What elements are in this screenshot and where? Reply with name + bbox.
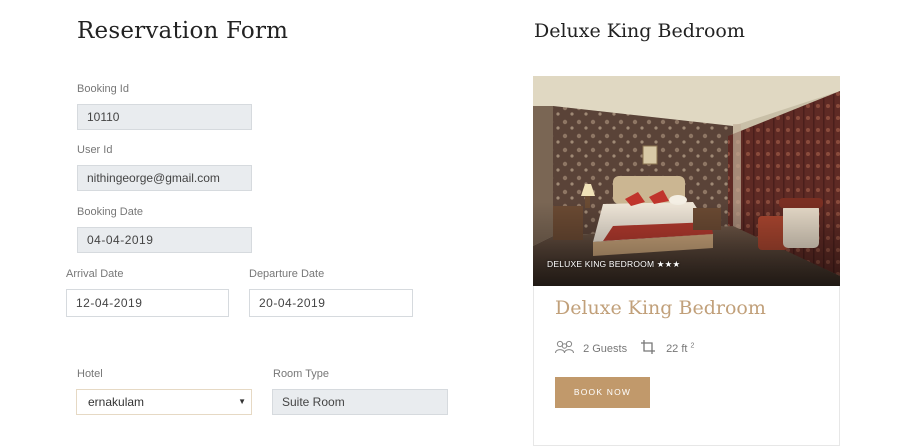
page-title: Reservation Form [77, 18, 289, 44]
photo-caption: DELUXE KING BEDROOM ★★★ [547, 259, 681, 269]
departure-date-input[interactable]: 20-04-2019 [249, 289, 413, 317]
hotel-select-value: ernakulam [88, 395, 145, 409]
room-heading: Deluxe King Bedroom [534, 20, 745, 42]
room-size-unit: 2 [690, 342, 695, 350]
room-type-label: Room Type [273, 368, 330, 380]
room-size: 22 ft [666, 343, 688, 355]
booking-id-label: Booking Id [77, 83, 129, 95]
guests-icon [555, 340, 574, 354]
guests-info: 2 Guests [555, 340, 627, 355]
arrival-date-label: Arrival Date [66, 268, 124, 280]
hotel-select[interactable]: ernakulam ▼ [76, 389, 252, 415]
hotel-label: Hotel [77, 368, 103, 380]
room-size-info: 22 ft 2 [640, 339, 694, 355]
room-photo[interactable]: DELUXE KING BEDROOM ★★★ [533, 76, 840, 286]
caret-down-icon: ▼ [238, 397, 246, 406]
booking-id-field[interactable]: 10110 [77, 104, 252, 130]
user-id-label: User Id [77, 144, 113, 156]
guests-count: 2 Guests [583, 343, 628, 355]
departure-date-label: Departure Date [249, 268, 325, 280]
booking-date-label: Booking Date [77, 206, 144, 218]
booking-date-field[interactable]: 04-04-2019 [77, 227, 252, 253]
book-now-button[interactable]: BOOK NOW [555, 377, 650, 408]
room-type-field[interactable]: Suite Room [272, 389, 448, 415]
bedroom-image [533, 76, 840, 286]
room-name[interactable]: Deluxe King Bedroom [555, 297, 766, 319]
crop-icon [641, 340, 655, 354]
user-id-field[interactable]: nithingeorge@gmail.com [77, 165, 252, 191]
arrival-date-input[interactable]: 12-04-2019 [66, 289, 229, 317]
